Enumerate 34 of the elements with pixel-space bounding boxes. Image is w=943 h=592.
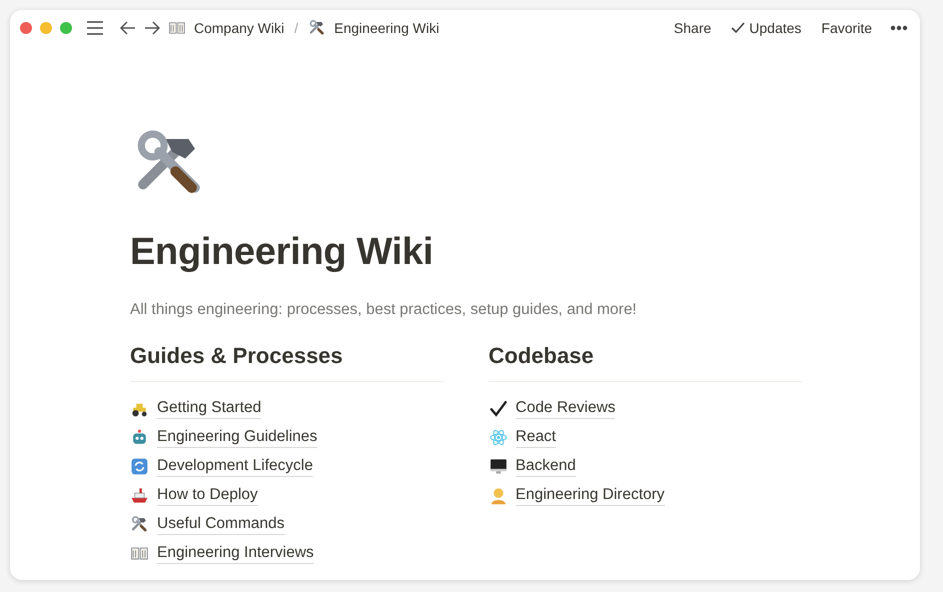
breadcrumb-link[interactable]: Company Wiki bbox=[194, 18, 284, 38]
forward-arrow-icon[interactable] bbox=[144, 21, 160, 35]
page-link[interactable]: Development Lifecycle bbox=[157, 456, 313, 478]
checkmark-icon bbox=[731, 22, 746, 34]
ship-icon bbox=[130, 486, 149, 506]
page-description: All things engineering: processes, best practices, setup guides, and more! bbox=[130, 300, 638, 320]
page-link[interactable]: Code Reviews bbox=[516, 398, 616, 420]
section-heading: Guides & Processes bbox=[130, 342, 444, 382]
updates-button[interactable]: Updates bbox=[725, 18, 808, 38]
page-link[interactable]: Engineering Interviews bbox=[157, 543, 314, 564]
tools-icon bbox=[308, 19, 326, 37]
person-icon bbox=[488, 486, 508, 506]
page-link[interactable]: Engineering Directory bbox=[516, 485, 665, 506]
page-link[interactable]: How to Deploy bbox=[157, 485, 258, 506]
tools-icon bbox=[130, 515, 149, 534]
breadcrumb-separator: / bbox=[294, 18, 298, 38]
checkmark-icon bbox=[488, 399, 508, 418]
close-button[interactable] bbox=[20, 22, 32, 34]
monitor-icon bbox=[488, 457, 508, 476]
menu-icon[interactable] bbox=[86, 21, 104, 35]
toolbar-button[interactable]: Share bbox=[668, 18, 718, 38]
back-arrow-icon[interactable] bbox=[120, 21, 136, 35]
page-link[interactable]: Useful Commands bbox=[157, 514, 284, 536]
page-link[interactable]: Backend bbox=[516, 456, 576, 478]
atom-icon bbox=[488, 428, 508, 448]
toolbar-button[interactable]: Favorite bbox=[815, 18, 878, 38]
page-link[interactable]: Engineering Guidelines bbox=[157, 427, 318, 448]
breadcrumb-link[interactable]: Engineering Wiki bbox=[334, 18, 440, 38]
more-options-icon[interactable] bbox=[890, 25, 908, 31]
page-title: Engineering Wiki bbox=[130, 230, 434, 275]
page-link[interactable]: React bbox=[516, 427, 556, 448]
section-heading: Codebase bbox=[488, 342, 802, 382]
cycle-arrows-icon bbox=[130, 457, 149, 476]
page-link[interactable]: Getting Started bbox=[157, 398, 262, 420]
